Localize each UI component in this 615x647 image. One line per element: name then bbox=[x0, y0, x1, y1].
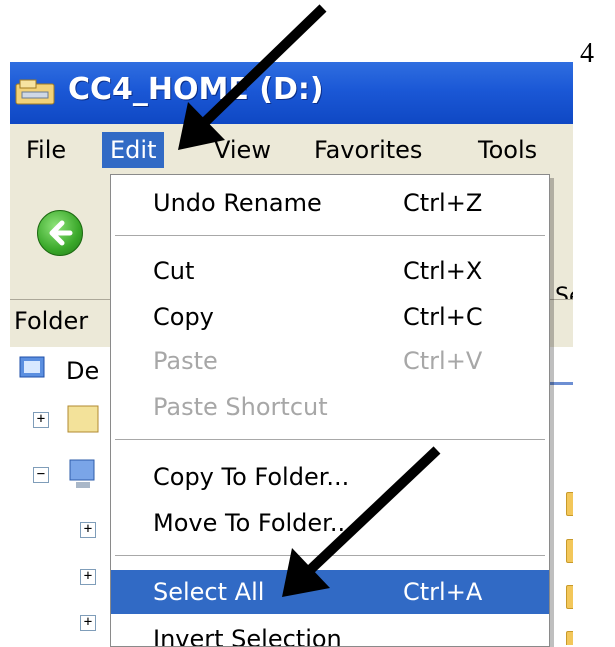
menu-item-paste: Paste Ctrl+V bbox=[153, 347, 483, 375]
collapse-icon[interactable]: − bbox=[33, 467, 49, 483]
folder-icon[interactable] bbox=[566, 585, 573, 609]
menu-bar: File Edit View Favorites Tools bbox=[10, 124, 573, 174]
menu-item-undo-rename[interactable]: Undo Rename Ctrl+Z bbox=[111, 181, 549, 225]
menu-item-select-all[interactable]: Select All Ctrl+A bbox=[111, 570, 549, 614]
menu-item-paste-shortcut: Paste Shortcut bbox=[153, 393, 328, 421]
menu-separator bbox=[115, 555, 545, 556]
expand-icon[interactable]: + bbox=[80, 522, 96, 538]
menu-edit[interactable]: Edit bbox=[102, 132, 165, 168]
my-documents-icon bbox=[67, 405, 99, 433]
pane-border bbox=[550, 382, 573, 385]
folder-icon[interactable] bbox=[566, 492, 573, 516]
tree-root-label[interactable]: De bbox=[66, 357, 99, 385]
my-computer-icon bbox=[69, 459, 95, 488]
title-bar[interactable]: CC4_HOME (D:) bbox=[10, 62, 573, 124]
menu-item-copy-to-folder[interactable]: Copy To Folder... bbox=[111, 455, 549, 499]
back-button[interactable] bbox=[37, 210, 83, 256]
menu-separator bbox=[115, 439, 545, 440]
menu-item-invert-selection[interactable]: Invert Selection bbox=[111, 617, 549, 646]
page-number: 4 bbox=[580, 38, 594, 69]
expand-icon[interactable]: + bbox=[33, 412, 49, 428]
menu-item-cut[interactable]: Cut Ctrl+X bbox=[111, 249, 549, 293]
edit-menu: Undo Rename Ctrl+Z Cut Ctrl+X Copy Ctrl+… bbox=[110, 174, 550, 647]
window-title: CC4_HOME (D:) bbox=[68, 72, 324, 107]
drive-icon bbox=[15, 79, 55, 105]
expand-icon[interactable]: + bbox=[80, 569, 96, 585]
menu-item-move-to-folder[interactable]: Move To Folder... bbox=[111, 501, 549, 545]
menu-view[interactable]: View bbox=[206, 132, 279, 168]
back-arrow-icon bbox=[49, 220, 73, 246]
folders-label[interactable]: Folder bbox=[14, 307, 88, 335]
menu-file[interactable]: File bbox=[18, 132, 74, 168]
menu-item-copy[interactable]: Copy Ctrl+C bbox=[111, 295, 549, 339]
folder-icon[interactable] bbox=[566, 631, 573, 645]
desktop-icon bbox=[19, 356, 45, 378]
menu-tools[interactable]: Tools bbox=[470, 132, 545, 168]
expand-icon[interactable]: + bbox=[80, 615, 96, 631]
menu-separator bbox=[115, 235, 545, 236]
folder-icon[interactable] bbox=[566, 539, 573, 563]
menu-favorites[interactable]: Favorites bbox=[306, 132, 430, 168]
